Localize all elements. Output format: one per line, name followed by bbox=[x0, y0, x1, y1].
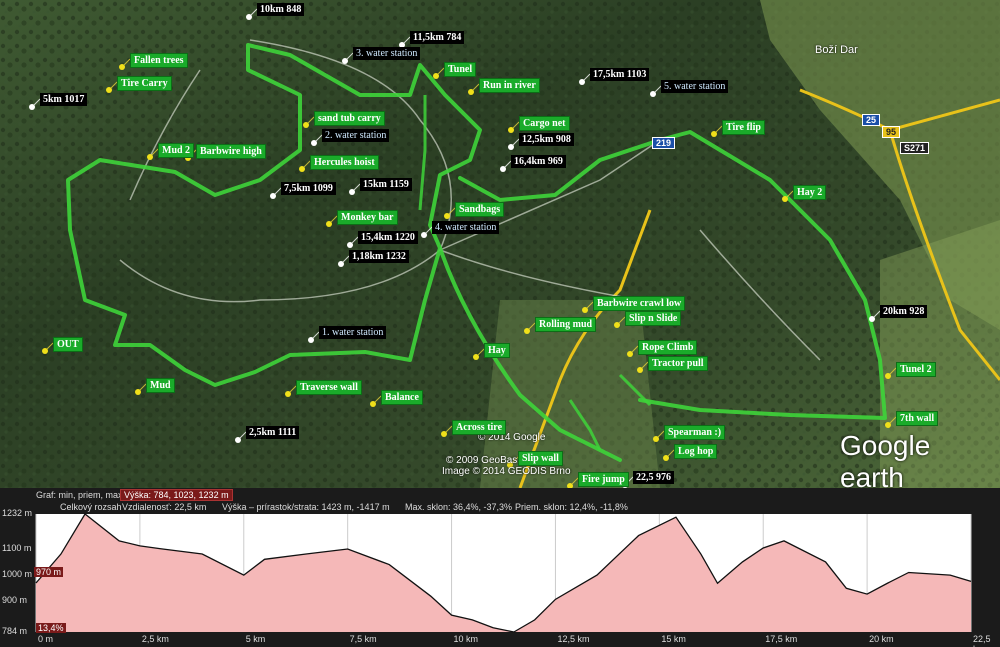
water-station-2-water-station[interactable]: 2. water station bbox=[322, 129, 390, 142]
obstacle-label-mud-2[interactable]: Mud 2 bbox=[158, 143, 195, 158]
obstacle-label-spearman[interactable]: Spearman :) bbox=[664, 425, 726, 440]
obstacle-label-run-in-river[interactable]: Run in river bbox=[479, 78, 540, 93]
km-marker-16-4km-969[interactable]: 16,4km 969 bbox=[511, 155, 566, 168]
road-label-25: 25 bbox=[862, 114, 881, 126]
obstacle-label-log-hop[interactable]: Log hop bbox=[674, 444, 718, 459]
obstacle-label-rope-climb[interactable]: Rope Climb bbox=[638, 340, 698, 355]
road-label-s271: S271 bbox=[900, 142, 930, 154]
obstacle-label-monkey-bar[interactable]: Monkey bar bbox=[337, 210, 398, 225]
km-marker-1-18km-1232[interactable]: 1,18km 1232 bbox=[349, 250, 409, 263]
obstacle-label-barbwire-high[interactable]: Barbwire high bbox=[196, 144, 266, 159]
x-tick-label: 17,5 km bbox=[765, 634, 798, 644]
y-tick-label: 784 m bbox=[2, 626, 28, 636]
elevation-chart[interactable] bbox=[0, 488, 1000, 647]
geodis-copyright: Image © 2014 GEODIS Brno bbox=[442, 466, 571, 477]
y-tick-label: 1000 m bbox=[2, 569, 33, 580]
km-marker-20km-928[interactable]: 20km 928 bbox=[880, 305, 928, 318]
obstacle-label-traverse-wall[interactable]: Traverse wall bbox=[296, 380, 362, 395]
obstacle-label-tire-flip[interactable]: Tire flip bbox=[722, 120, 765, 135]
x-tick-label: 12,5 km bbox=[557, 634, 590, 644]
km-marker-5km-1017[interactable]: 5km 1017 bbox=[40, 93, 88, 106]
x-tick-label: 22,5 km bbox=[973, 634, 991, 647]
obstacle-label-across-tire[interactable]: Across tire bbox=[452, 420, 507, 435]
x-tick-label: 5 km bbox=[245, 634, 266, 644]
obstacle-label-tunel-2[interactable]: Tunel 2 bbox=[896, 362, 936, 377]
obstacle-label-sand-tub-carry[interactable]: sand tub carry bbox=[314, 111, 385, 126]
km-marker-10km-848[interactable]: 10km 848 bbox=[257, 3, 305, 16]
km-marker-15km-1159[interactable]: 15km 1159 bbox=[360, 178, 412, 191]
elevation-profile-panel[interactable]: Graf: min, priem, max Výška: 784, 1023, … bbox=[0, 488, 1000, 647]
obstacle-label-fire-jump[interactable]: Fire jump bbox=[578, 472, 629, 487]
km-marker-2-5km-1111[interactable]: 2,5km 1111 bbox=[246, 426, 300, 439]
y-tick-label: 900 m bbox=[2, 595, 28, 606]
x-tick-label: 2,5 km bbox=[141, 634, 169, 644]
obstacle-label-7th-wall[interactable]: 7th wall bbox=[896, 411, 939, 426]
map-screenshot: Boží Dar 25 95 219 S271 © 2014 Google © … bbox=[0, 0, 1000, 647]
obstacle-label-sandbags[interactable]: Sandbags bbox=[455, 202, 505, 217]
y-tick-label: 1232 m bbox=[2, 508, 33, 518]
obstacle-label-tractor-pull[interactable]: Tractor pull bbox=[648, 356, 708, 371]
water-station-5-water-station[interactable]: 5. water station bbox=[661, 80, 729, 93]
obstacle-label-mud[interactable]: Mud bbox=[146, 378, 175, 393]
map-label-layer: Boží Dar 25 95 219 S271 © 2014 Google © … bbox=[0, 0, 1000, 493]
obstacle-label-hay[interactable]: Hay bbox=[484, 343, 510, 358]
cursor-elevation-tag: 970 m bbox=[34, 567, 64, 577]
geobasis-copyright: © 2009 GeoBasis bbox=[446, 455, 525, 466]
obstacle-label-balance[interactable]: Balance bbox=[381, 390, 423, 405]
obstacle-label-slip-wall[interactable]: Slip wall bbox=[518, 451, 563, 466]
obstacle-label-out[interactable]: OUT bbox=[53, 337, 83, 352]
x-tick-label: 20 km bbox=[869, 634, 894, 644]
obstacle-label-hercules-hoist[interactable]: Hercules hoist bbox=[310, 155, 379, 170]
obstacle-label-tunel[interactable]: Tunel bbox=[444, 62, 477, 77]
obstacle-label-fallen-trees[interactable]: Fallen trees bbox=[130, 53, 188, 68]
obstacle-label-slip-n-slide[interactable]: Slip n Slide bbox=[625, 311, 682, 326]
y-tick-label: 1100 m bbox=[2, 542, 32, 553]
road-label-219: 219 bbox=[652, 137, 676, 149]
obstacle-label-barbwire-crawl-low[interactable]: Barbwire crawl low bbox=[593, 296, 686, 311]
km-marker-17-5km-1103[interactable]: 17,5km 1103 bbox=[590, 68, 650, 81]
town-label: Boží Dar bbox=[815, 44, 858, 56]
km-marker-22-5-976[interactable]: 22,5 976 bbox=[633, 471, 674, 484]
km-marker-11-5km-784[interactable]: 11,5km 784 bbox=[410, 31, 465, 44]
water-station-1-water-station[interactable]: 1. water station bbox=[319, 326, 387, 339]
x-tick-label: 15 km bbox=[661, 634, 686, 644]
km-marker-12-5km-908[interactable]: 12,5km 908 bbox=[519, 133, 574, 146]
obstacle-label-cargo-net[interactable]: Cargo net bbox=[519, 116, 570, 131]
obstacle-label-tire-carry[interactable]: Tire Carry bbox=[117, 76, 172, 91]
x-tick-label: 0 m bbox=[38, 634, 54, 644]
water-station-3-water-station[interactable]: 3. water station bbox=[353, 47, 421, 60]
x-tick-label: 10 km bbox=[453, 634, 479, 644]
cursor-grade-tag: 13,4% bbox=[36, 623, 66, 633]
water-station-4-water-station[interactable]: 4. water station bbox=[432, 221, 500, 234]
obstacle-label-rolling-mud[interactable]: Rolling mud bbox=[535, 317, 597, 332]
km-marker-15-4km-1220[interactable]: 15,4km 1220 bbox=[358, 231, 418, 244]
google-earth-logo: Google earth bbox=[840, 430, 931, 493]
km-marker-7-5km-1099[interactable]: 7,5km 1099 bbox=[281, 182, 336, 195]
obstacle-label-hay-2[interactable]: Hay 2 bbox=[793, 185, 827, 200]
x-tick-label: 7,5 km bbox=[349, 634, 377, 644]
road-label-95: 95 bbox=[882, 126, 901, 138]
